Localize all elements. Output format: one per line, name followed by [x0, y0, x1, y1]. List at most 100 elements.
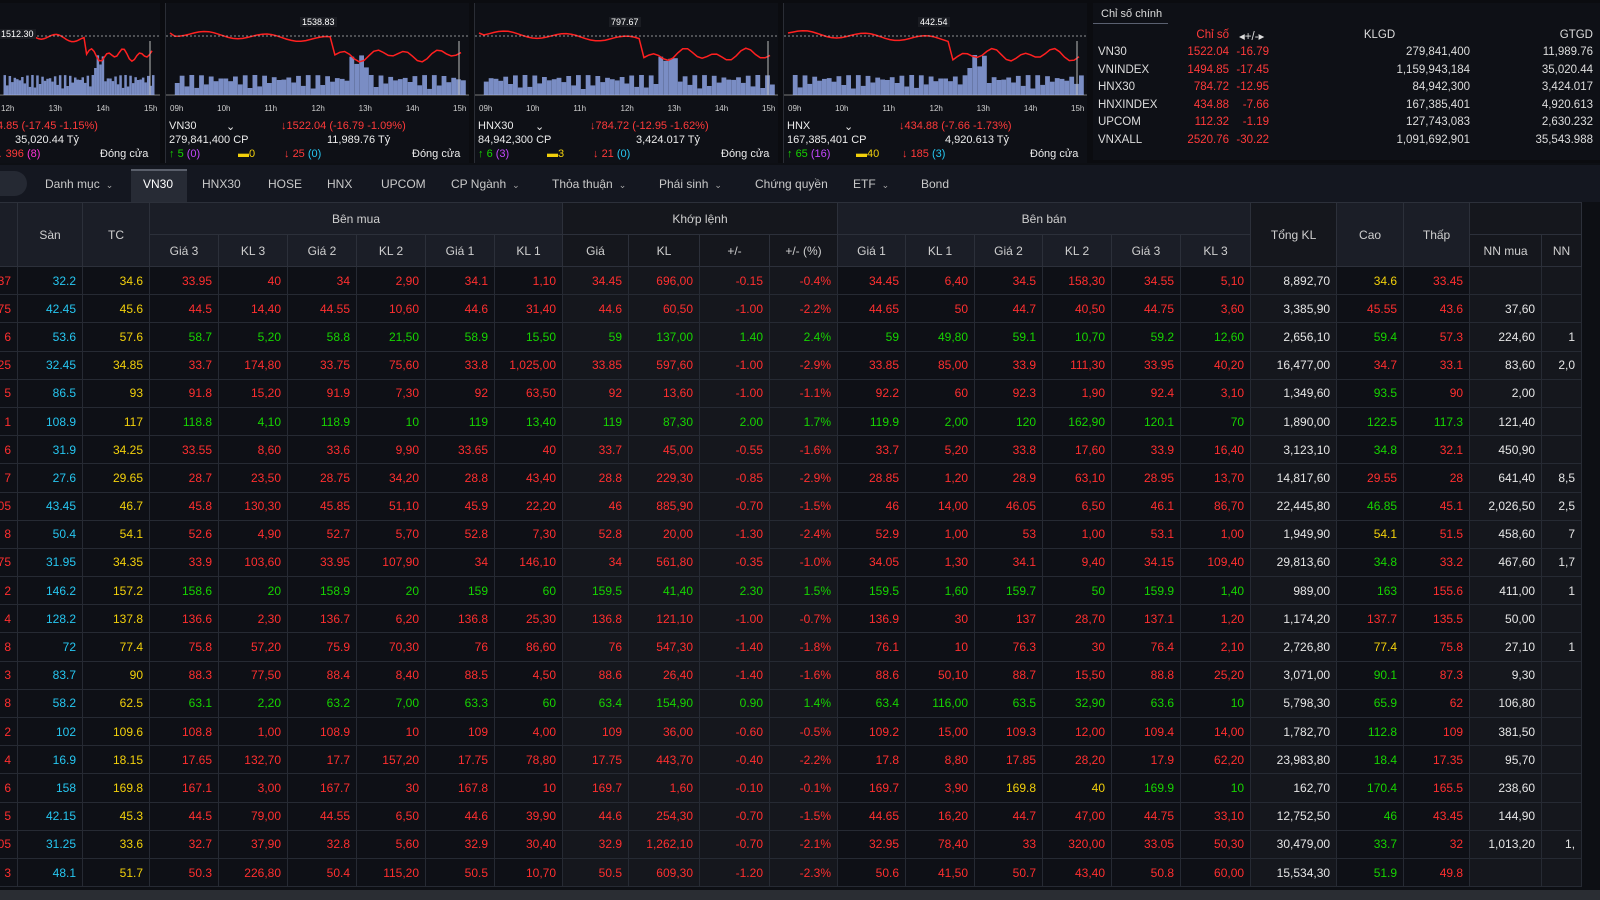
- cell-ask-vol-3[interactable]: 10: [1179, 688, 1252, 719]
- cell-ask-price-2[interactable]: 34.5: [974, 265, 1043, 296]
- cell-bid-price-1[interactable]: 34: [425, 547, 495, 578]
- cell-ask-vol-1[interactable]: 2,00: [905, 406, 975, 437]
- cell-bid-price-3[interactable]: 88.3: [149, 660, 219, 690]
- cell-total-volume[interactable]: 8,892,70: [1250, 265, 1338, 296]
- summary-row[interactable]: VNINDEX 1494.85 -17.45 1,159,943,184 35,020.…: [1093, 64, 1600, 81]
- cell-foreign-buy[interactable]: 27,10: [1469, 632, 1543, 662]
- cell-ask-price-2[interactable]: 63.5: [974, 688, 1043, 719]
- cell-ref[interactable]: 18.15: [82, 745, 150, 775]
- subheader-foreign-sell[interactable]: NN: [1541, 234, 1583, 267]
- cell-match-volume[interactable]: 547,30: [628, 632, 700, 662]
- cell-high[interactable]: 46.85: [1336, 491, 1405, 521]
- cell-low[interactable]: 33.2: [1403, 547, 1471, 578]
- cell-bid-vol-2[interactable]: 20: [356, 576, 426, 606]
- cell-bid-price-3[interactable]: 75.8: [149, 632, 219, 662]
- cell-ceiling[interactable]: 4: [0, 745, 18, 775]
- cell-bid-price-1[interactable]: 88.5: [425, 660, 495, 690]
- cell-match-change[interactable]: 1.40: [699, 322, 770, 352]
- cell-total-volume[interactable]: 22,445,80: [1250, 491, 1338, 521]
- cell-ask-price-1[interactable]: 92.2: [837, 378, 906, 408]
- cell-foreign-buy[interactable]: 224,60: [1469, 322, 1543, 352]
- cell-match-volume[interactable]: 443,70: [628, 745, 700, 775]
- chevron-down-icon[interactable]: ⌄: [226, 120, 235, 133]
- cell-ceiling[interactable]: 25: [0, 350, 18, 380]
- cell-total-volume[interactable]: 14,817,60: [1250, 463, 1338, 493]
- cell-bid-vol-1[interactable]: 22,20: [494, 491, 563, 521]
- cell-ref[interactable]: 77.4: [82, 632, 150, 662]
- cell-bid-price-3[interactable]: 58.7: [149, 322, 219, 352]
- cell-bid-price-2[interactable]: 136.7: [287, 604, 357, 634]
- cell-ask-vol-2[interactable]: 40,50: [1042, 294, 1112, 324]
- cell-floor[interactable]: 86.5: [17, 378, 83, 408]
- cell-low[interactable]: 32.1: [1403, 435, 1471, 465]
- cell-foreign-sell[interactable]: [1541, 265, 1583, 296]
- cell-ask-price-2[interactable]: 76.3: [974, 632, 1043, 662]
- cell-match-change[interactable]: 0.90: [699, 688, 770, 719]
- cell-bid-vol-1[interactable]: 25,30: [494, 604, 563, 634]
- search-toggle[interactable]: [0, 171, 27, 196]
- cell-foreign-buy[interactable]: [1469, 265, 1543, 296]
- cell-match-change-pct[interactable]: -1.0%: [769, 547, 838, 578]
- cell-bid-price-2[interactable]: 108.9: [287, 716, 357, 747]
- cell-ask-vol-1[interactable]: 30: [905, 604, 975, 634]
- cell-foreign-sell[interactable]: [1541, 801, 1583, 831]
- cell-foreign-sell[interactable]: [1541, 660, 1583, 690]
- cell-foreign-buy[interactable]: 458,60: [1469, 519, 1543, 549]
- cell-bid-vol-3[interactable]: 132,70: [218, 745, 288, 775]
- cell-ask-vol-3[interactable]: 14,00: [1179, 716, 1252, 747]
- cell-ask-price-3[interactable]: 34.55: [1111, 265, 1181, 296]
- cell-bid-vol-1[interactable]: 10,70: [494, 857, 563, 888]
- cell-bid-vol-2[interactable]: 9,90: [356, 435, 426, 465]
- summary-row[interactable]: VNXALL 2520.76 -30.22 1,091,692,901 35,543.9…: [1093, 134, 1600, 151]
- cell-ask-price-1[interactable]: 33.85: [837, 350, 906, 380]
- table-row[interactable]: 8 72 77.4 75.8 57,20 75.9 70,30 76 86,60 76 547,30…: [0, 632, 1583, 662]
- table-row[interactable]: 4 16.9 18.15 17.65 132,70 17.7 157,20 17.75 78,8…: [0, 745, 1583, 775]
- cell-bid-price-2[interactable]: 75.9: [287, 632, 357, 662]
- cell-ask-vol-1[interactable]: 1,60: [905, 576, 975, 606]
- cell-match-change-pct[interactable]: -0.7%: [769, 604, 838, 634]
- table-row[interactable]: 2 102 109.6 108.8 1,00 108.9 10 109 4,00 109 36,00…: [0, 716, 1583, 747]
- cell-low[interactable]: 109: [1403, 716, 1471, 747]
- cell-high[interactable]: 51.9: [1336, 857, 1405, 888]
- cell-high[interactable]: 122.5: [1336, 406, 1405, 437]
- cell-bid-vol-1[interactable]: 15,50: [494, 322, 563, 352]
- cell-high[interactable]: 18.4: [1336, 745, 1405, 775]
- cell-ask-vol-3[interactable]: 50,30: [1179, 829, 1252, 859]
- cell-bid-price-3[interactable]: 44.5: [149, 294, 219, 324]
- cell-floor[interactable]: 128.2: [17, 604, 83, 634]
- cell-match-change[interactable]: -0.55: [699, 435, 770, 465]
- cell-ref[interactable]: 34.35: [82, 547, 150, 578]
- cell-match-price[interactable]: 52.8: [562, 519, 629, 549]
- cell-ask-price-3[interactable]: 34.15: [1111, 547, 1181, 578]
- cell-match-change[interactable]: -1.20: [699, 857, 770, 888]
- cell-bid-vol-1[interactable]: 63,50: [494, 378, 563, 408]
- cell-ask-price-1[interactable]: 88.6: [837, 660, 906, 690]
- subheader-gi-2[interactable]: Giá 2: [287, 234, 357, 267]
- cell-low[interactable]: 33.45: [1403, 265, 1471, 296]
- cell-floor[interactable]: 108.9: [17, 406, 83, 437]
- table-row[interactable]: 2532.4534.8533.7174,8033.7575,6033.81,02…: [0, 350, 1583, 380]
- cell-bid-price-3[interactable]: 91.8: [149, 378, 219, 408]
- cell-ask-vol-2[interactable]: 43,40: [1042, 857, 1112, 888]
- cell-bid-price-3[interactable]: 108.8: [149, 716, 219, 747]
- cell-total-volume[interactable]: 3,123,10: [1250, 435, 1338, 465]
- cell-bid-price-1[interactable]: 58.9: [425, 322, 495, 352]
- cell-bid-vol-1[interactable]: 31,40: [494, 294, 563, 324]
- cell-bid-price-1[interactable]: 45.9: [425, 491, 495, 521]
- cell-ref[interactable]: 51.7: [82, 857, 150, 888]
- subheader-kl-2[interactable]: KL 2: [356, 234, 426, 267]
- cell-floor[interactable]: 31.9: [17, 435, 83, 465]
- cell-total-volume[interactable]: 1,890,00: [1250, 406, 1338, 437]
- cell-ceiling[interactable]: 2: [0, 716, 18, 747]
- cell-ask-vol-3[interactable]: 13,70: [1179, 463, 1252, 493]
- cell-ask-vol-1[interactable]: 116,00: [905, 688, 975, 719]
- cell-ask-price-3[interactable]: 137.1: [1111, 604, 1181, 634]
- cell-high[interactable]: 34.6: [1336, 265, 1405, 296]
- cell-match-volume[interactable]: 41,40: [628, 576, 700, 606]
- cell-ceiling[interactable]: 7: [0, 463, 18, 493]
- cell-foreign-sell[interactable]: [1541, 745, 1583, 775]
- cell-ref[interactable]: 117: [82, 406, 150, 437]
- cell-match-change[interactable]: -0.60: [699, 716, 770, 747]
- cell-match-volume[interactable]: 1,262,10: [628, 829, 700, 859]
- subheader-gi-[interactable]: Giá: [562, 234, 629, 267]
